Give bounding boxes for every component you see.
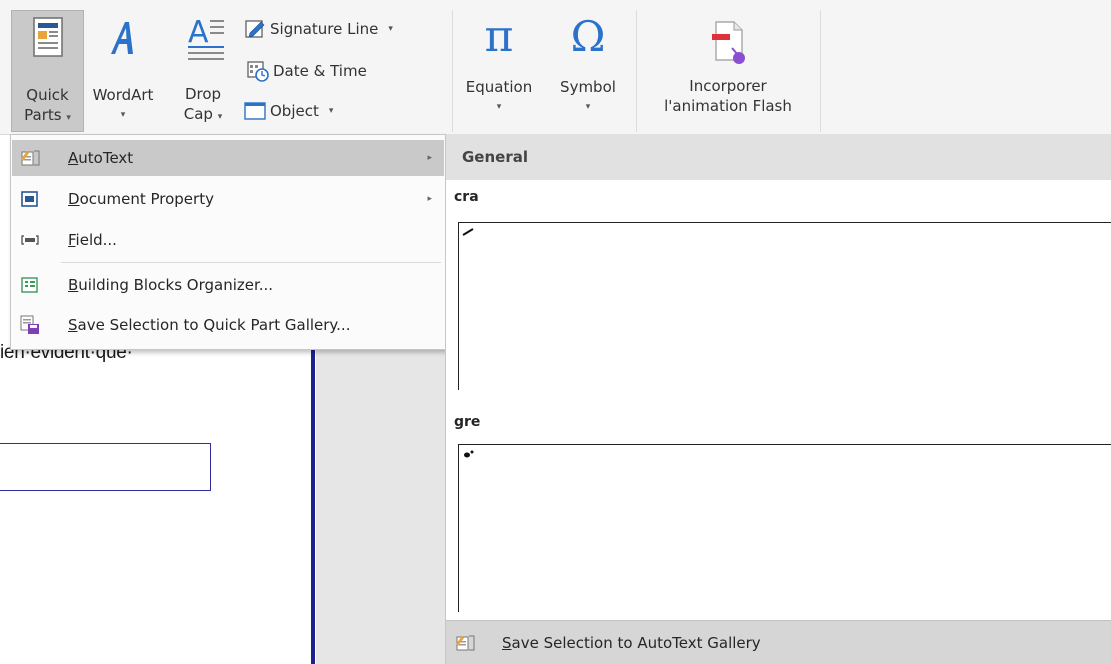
ribbon-separator [636, 10, 637, 132]
document-property-icon [20, 189, 40, 209]
drop-cap-label-2: Cap [183, 105, 213, 123]
ribbon-separator [452, 10, 453, 132]
submenu-arrow-icon: ▸ [427, 153, 432, 163]
date-time-icon [247, 60, 269, 82]
date-time-label: Date & Time [273, 62, 367, 80]
signature-line-label: Signature Line [270, 20, 379, 38]
flash-animation-button[interactable]: Incorporer l'animation Flash [642, 10, 814, 132]
equation-label: Equation [465, 78, 533, 96]
menu-item-field[interactable]: Field... [12, 222, 444, 258]
ink-mark-icon [462, 228, 474, 236]
field-icon [20, 230, 40, 250]
chevron-down-icon: ▾ [120, 110, 126, 120]
symbol-button[interactable]: Ω Symbol ▾ [548, 10, 628, 132]
ribbon-separator [820, 10, 821, 132]
quick-parts-label-2: Parts [24, 106, 62, 124]
save-selection-autotext-label: Save Selection to AutoText Gallery [502, 633, 761, 652]
quick-parts-menu: AutoText ▸ Document Property ▸ Field... [10, 134, 446, 350]
gallery-entry-preview[interactable] [458, 222, 1111, 390]
document-text-box[interactable] [0, 443, 211, 491]
menu-item-label: AutoText [68, 149, 134, 167]
equation-button[interactable]: π Equation ▾ [458, 10, 540, 132]
wordart-button[interactable]: WordArt ▾ [85, 10, 161, 132]
menu-item-label: Field... [68, 231, 117, 249]
wordart-icon [105, 16, 141, 60]
autotext-gallery: General cra gre Save Selection to AutoTe… [445, 134, 1111, 664]
gallery-category-header: General [446, 134, 1111, 180]
drop-cap-label-1: Drop [184, 85, 222, 103]
autotext-save-icon [454, 633, 476, 653]
menu-item-document-property[interactable]: Document Property ▸ [12, 181, 444, 217]
quick-parts-label-1: Quick [26, 86, 69, 104]
gallery-entry-name: gre [454, 414, 481, 430]
menu-item-autotext[interactable]: AutoText ▸ [12, 140, 444, 176]
document-vertical-line [311, 350, 315, 664]
gallery-entry-preview[interactable] [458, 444, 1111, 612]
flash-animation-icon [708, 20, 748, 66]
date-time-button[interactable]: Date & Time [247, 60, 367, 82]
ink-mark-icon [464, 450, 474, 458]
chevron-down-icon: ▾ [66, 113, 71, 123]
submenu-arrow-icon: ▸ [427, 194, 432, 204]
omega-icon: Ω [570, 12, 606, 61]
svg-text:A: A [188, 15, 209, 50]
object-icon [244, 100, 266, 122]
wordart-label: WordArt [92, 86, 154, 104]
menu-item-label: Save Selection to Quick Part Gallery... [68, 316, 351, 334]
menu-item-label: Document Property [68, 190, 214, 208]
flash-label-1: Incorporer [689, 77, 767, 95]
drop-cap-button[interactable]: A Drop Cap ▾ [172, 10, 234, 132]
pi-icon: π [484, 11, 514, 62]
signature-line-button[interactable]: Signature Line ▾ [244, 18, 393, 40]
menu-item-save-selection-quick-part[interactable]: Save Selection to Quick Part Gallery... [12, 307, 444, 343]
flash-label-2: l'animation Flash [664, 97, 792, 115]
chevron-down-icon: ▾ [217, 112, 223, 122]
building-blocks-icon [20, 275, 40, 295]
save-selection-autotext-button[interactable]: Save Selection to AutoText Gallery [446, 620, 1111, 664]
object-button[interactable]: Object ▾ [244, 100, 333, 122]
chevron-down-icon: ▾ [328, 106, 334, 116]
symbol-label: Symbol [560, 78, 616, 96]
chevron-down-icon: ▾ [496, 102, 502, 112]
insert-ribbon: Quick Parts ▾ WordArt ▾ A Drop Cap ▾ Sig… [0, 0, 1111, 135]
quick-parts-button[interactable]: Quick Parts ▾ [11, 10, 84, 132]
autotext-icon [20, 148, 40, 168]
chevron-down-icon: ▾ [585, 102, 591, 112]
gallery-entry-name: cra [454, 189, 479, 205]
drop-cap-icon: A [178, 14, 228, 64]
signature-line-icon [244, 18, 266, 40]
menu-item-label: Building Blocks Organizer... [68, 276, 274, 294]
save-selection-icon [20, 315, 40, 335]
quick-parts-icon [30, 16, 66, 60]
chevron-down-icon: ▾ [388, 24, 393, 34]
menu-separator [61, 262, 441, 263]
object-label: Object [270, 102, 319, 120]
menu-item-building-blocks-organizer[interactable]: Building Blocks Organizer... [12, 267, 444, 303]
